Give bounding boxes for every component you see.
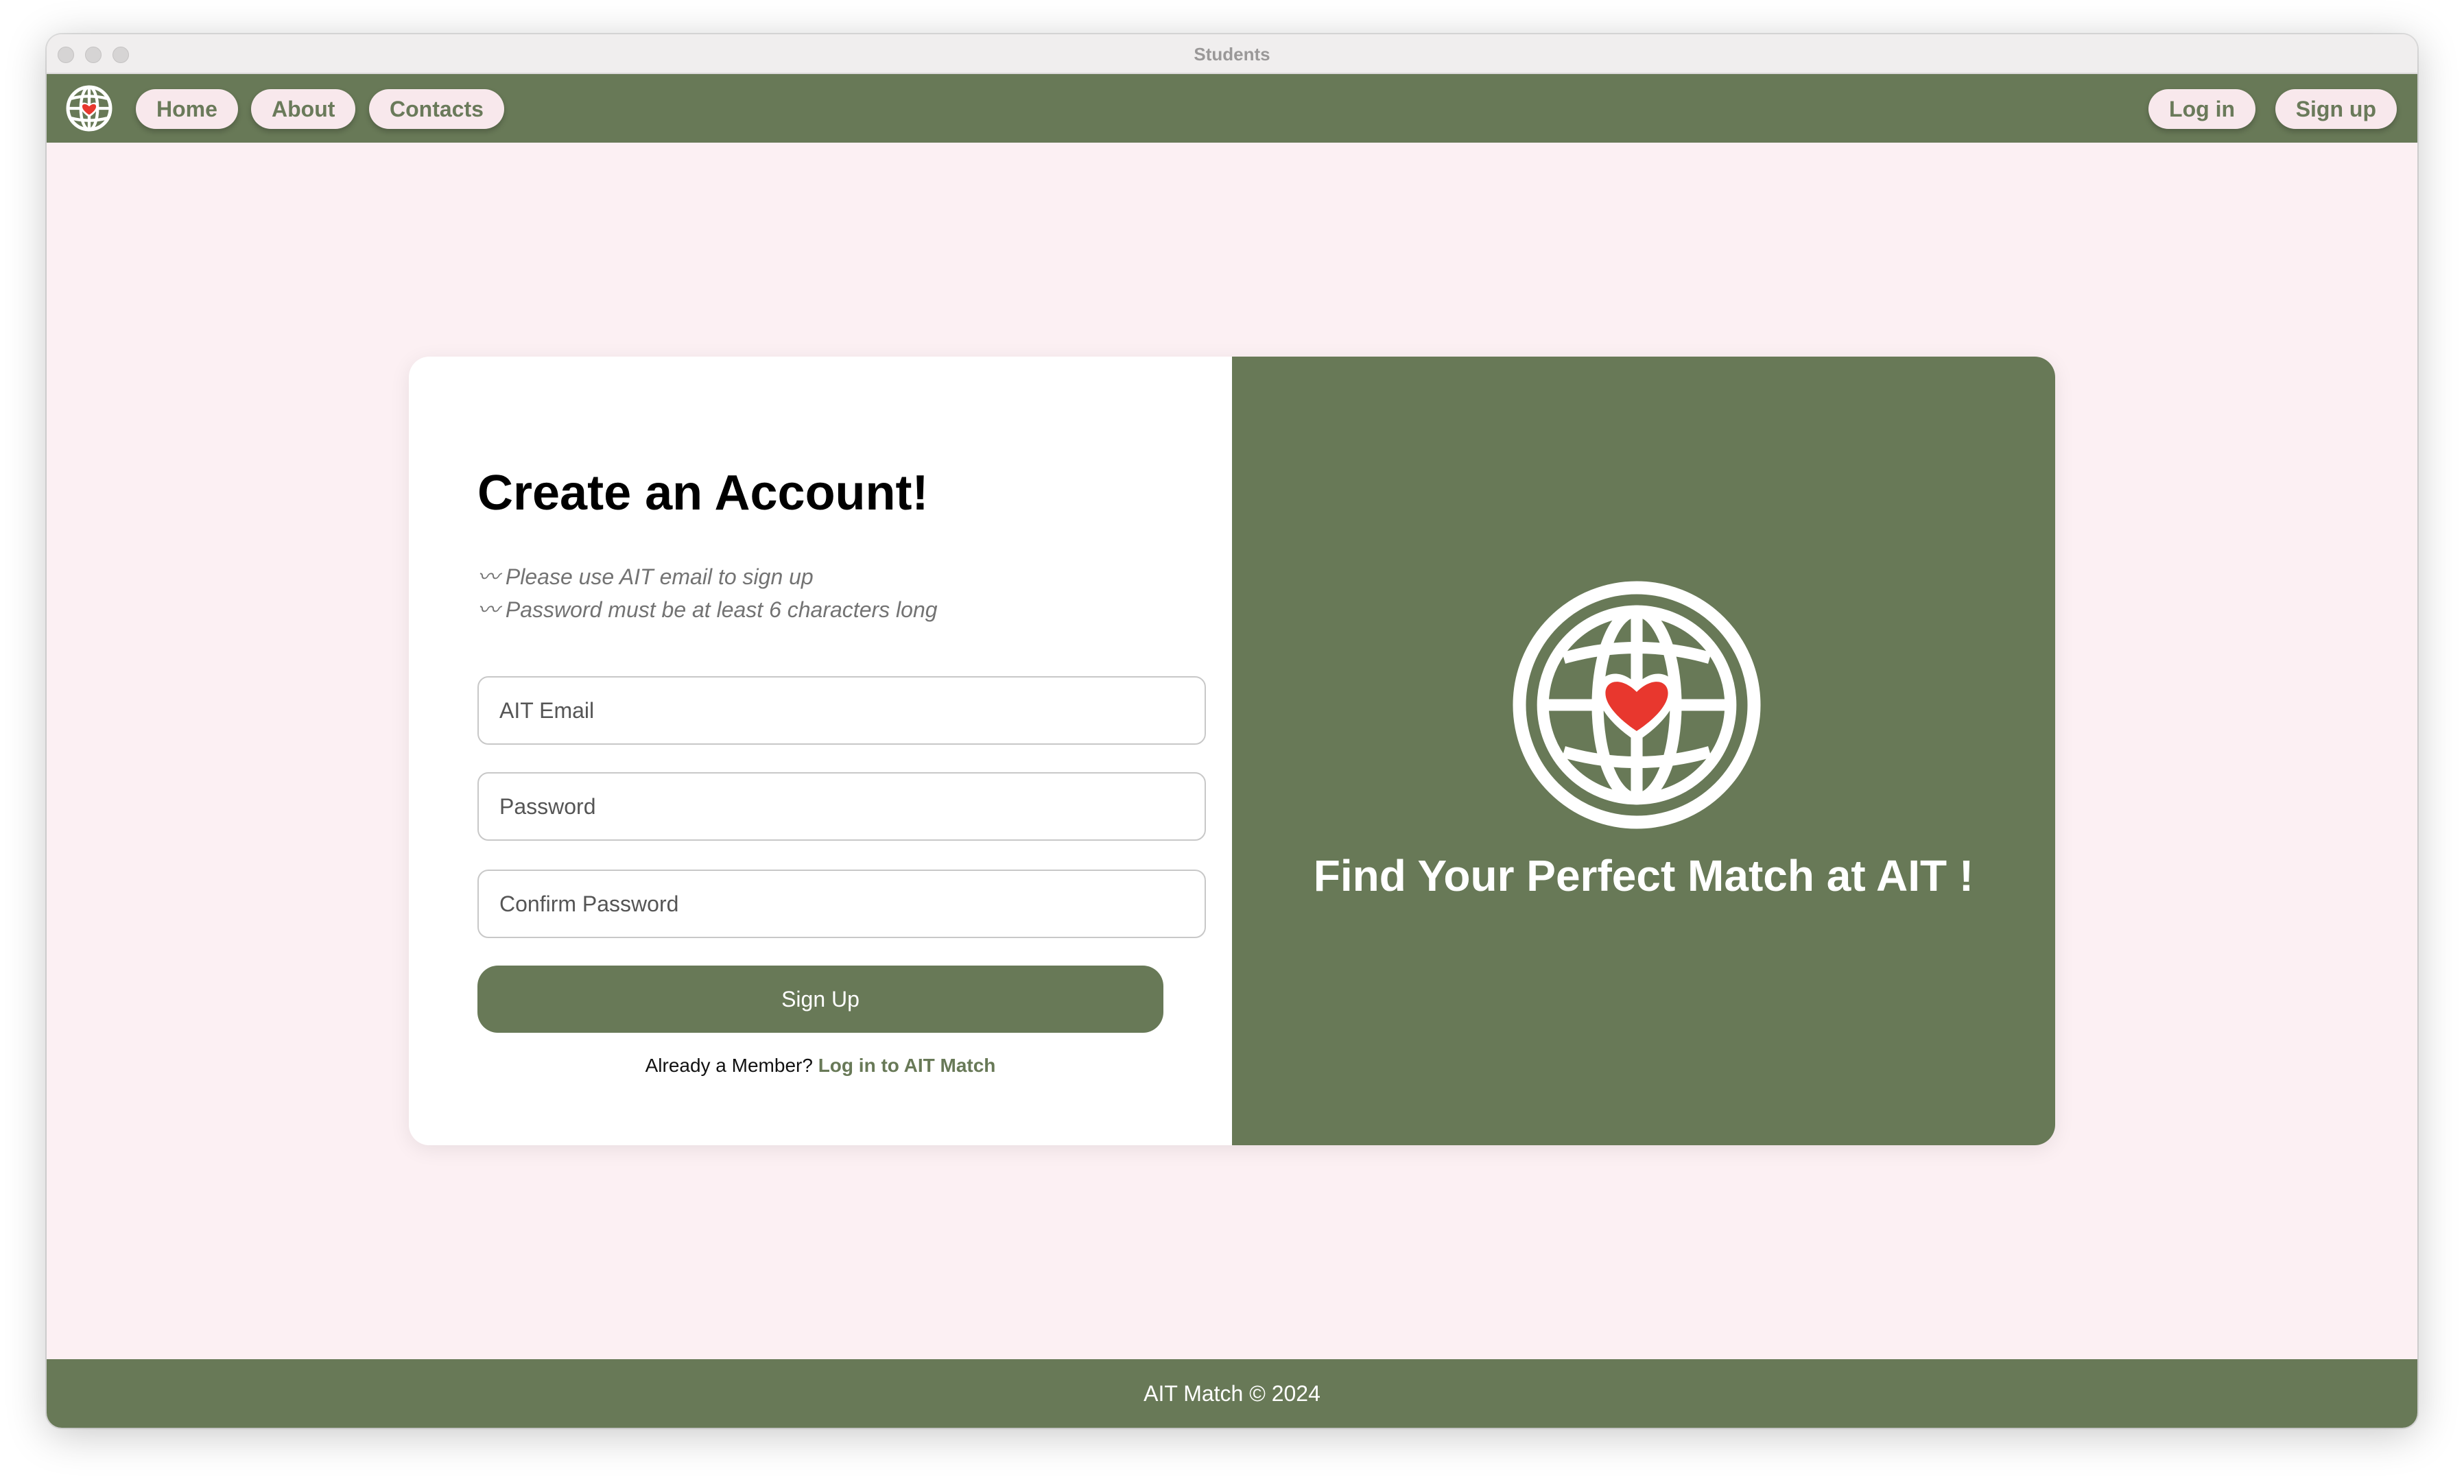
- nav-about-button[interactable]: About: [251, 89, 356, 129]
- nav-home-button[interactable]: Home: [136, 89, 238, 129]
- navbar: Home About Contacts Log in Sign up: [47, 74, 2417, 143]
- globe-heart-icon: [1513, 581, 1761, 829]
- nav-contacts-button[interactable]: Contacts: [369, 89, 504, 129]
- password-hint: 〰 Password must be at least 6 characters…: [477, 597, 938, 622]
- login-link[interactable]: Log in to AIT Match: [818, 1055, 996, 1076]
- page-title: Create an Account!: [477, 466, 929, 520]
- signup-form-panel: Create an Account! 〰 Please use AIT emai…: [409, 357, 1232, 1145]
- globe-heart-icon[interactable]: [64, 84, 114, 133]
- login-prompt: Already a Member? Log in to AIT Match: [409, 1055, 1232, 1077]
- sign-up-button[interactable]: Sign Up: [477, 966, 1163, 1033]
- window-title: Students: [1194, 44, 1270, 64]
- confirm-password-field[interactable]: [477, 870, 1206, 938]
- email-hint: 〰 Please use AIT email to sign up: [477, 564, 814, 589]
- login-prompt-text: Already a Member?: [645, 1055, 818, 1076]
- nav-login-button[interactable]: Log in: [2148, 89, 2255, 129]
- browser-window: Students Home About Contacts Log in Sign…: [47, 34, 2417, 1428]
- password-field[interactable]: [477, 772, 1206, 841]
- hero-tagline: Find Your Perfect Match at AIT !: [1313, 851, 1974, 900]
- signup-card: Create an Account! 〰 Please use AIT emai…: [409, 357, 2055, 1145]
- nav-signup-button[interactable]: Sign up: [2275, 89, 2397, 129]
- hero-panel: Find Your Perfect Match at AIT !: [1232, 357, 2055, 1145]
- email-field[interactable]: [477, 676, 1206, 745]
- title-bar: Students: [47, 34, 2417, 74]
- footer: AIT Match © 2024: [47, 1359, 2417, 1428]
